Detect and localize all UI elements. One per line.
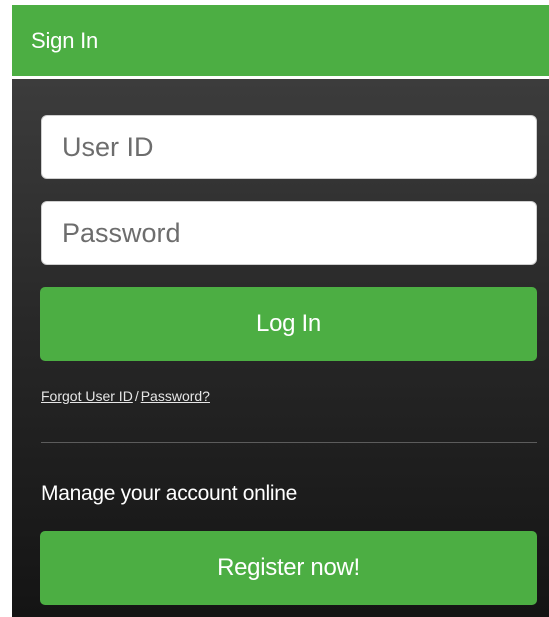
sign-in-header: Sign In (12, 5, 549, 76)
log-in-button-label: Log In (256, 310, 321, 337)
user-id-input[interactable] (41, 115, 537, 179)
forgot-user-id-link[interactable]: Forgot User ID (41, 388, 133, 404)
password-input[interactable] (41, 201, 537, 265)
register-now-button-label: Register now! (217, 554, 360, 581)
forgot-credentials: Forgot User ID / Password? (41, 388, 210, 404)
sign-in-body: Log In Forgot User ID/Password? Manage y… (12, 79, 549, 617)
forgot-password-link[interactable]: Password? (141, 388, 210, 404)
log-in-button[interactable]: Log In (40, 287, 537, 361)
register-now-button[interactable]: Register now! (40, 531, 537, 605)
manage-account-text: Manage your account online (41, 482, 298, 505)
section-divider (41, 442, 537, 443)
sign-in-panel: Sign In Log In Forgot User ID/Password? … (12, 5, 549, 617)
forgot-separator: / (134, 388, 139, 404)
sign-in-title: Sign In (31, 27, 99, 53)
